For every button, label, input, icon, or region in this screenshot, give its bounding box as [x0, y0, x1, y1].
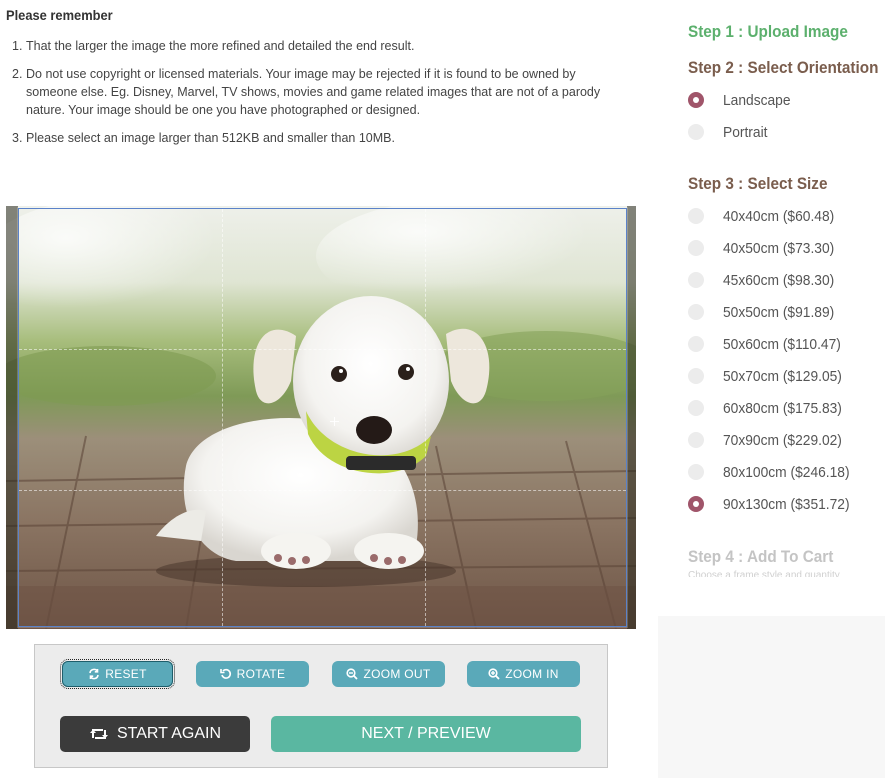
zoom-out-button[interactable]: ZOOM OUT [332, 661, 445, 687]
size-label: 60x80cm ($175.83) [723, 399, 842, 417]
size-option[interactable]: 45x60cm ($98.30) [688, 270, 844, 290]
start-again-label: START AGAIN [116, 725, 222, 742]
size-label: 80x100cm ($246.18) [723, 463, 850, 481]
size-label: 50x50cm ($91.89) [723, 303, 835, 321]
size-option[interactable]: 50x70cm ($129.05) [688, 366, 852, 386]
step-2-heading: Step 2 : Select Orientation [688, 58, 879, 77]
orientation-landscape[interactable]: Landscape [688, 90, 796, 110]
zoom-out-label: ZOOM OUT [363, 667, 431, 681]
zoom-in-button[interactable]: ZOOM IN [467, 661, 580, 687]
crop-guide [425, 209, 426, 626]
radio-icon[interactable] [688, 92, 704, 108]
crop-center-icon [330, 417, 339, 426]
orientation-label: Landscape [723, 91, 791, 109]
crop-guide [222, 209, 223, 626]
upload-panel: Please remember 1. That the larger the i… [0, 0, 650, 778]
steps-sidebar: Step 1 : Upload Image Step 2 : Select Or… [658, 0, 885, 778]
size-label: 90x130cm ($351.72) [723, 495, 850, 513]
step-4-description: Choose a frame style and quantity [688, 570, 840, 577]
radio-icon[interactable] [688, 496, 704, 512]
reset-button[interactable]: RESET [60, 659, 175, 689]
remember-item: 2. Do not use copyright or licensed mate… [12, 67, 601, 117]
radio-icon[interactable] [688, 208, 704, 224]
size-option[interactable]: 90x130cm ($351.72) [688, 494, 861, 514]
step-3-heading: Step 3 : Select Size [688, 174, 828, 193]
radio-icon[interactable] [688, 400, 704, 416]
step-1-heading: Step 1 : Upload Image [688, 22, 848, 41]
next-preview-label: NEXT / PREVIEW [361, 725, 491, 742]
start-again-button[interactable]: START AGAIN [60, 716, 250, 752]
radio-icon[interactable] [688, 304, 704, 320]
size-label: 45x60cm ($98.30) [723, 271, 835, 289]
rotate-label: ROTATE [236, 667, 286, 681]
size-label: 40x40cm ($60.48) [723, 207, 835, 225]
crop-overlay-right [627, 206, 636, 629]
cropper-controls: RESET ROTATE ZOOM OUT ZOOM IN START AGAI… [34, 644, 608, 768]
size-option[interactable]: 40x40cm ($60.48) [688, 206, 844, 226]
radio-icon[interactable] [688, 368, 704, 384]
crop-guide [19, 490, 626, 491]
radio-icon[interactable] [688, 432, 704, 448]
remember-heading: Please remember [6, 7, 113, 23]
zoom-in-label: ZOOM IN [505, 667, 559, 681]
size-label: 40x50cm ($73.30) [723, 239, 835, 257]
radio-icon[interactable] [688, 124, 704, 140]
reset-label: RESET [105, 667, 147, 681]
size-option[interactable]: 50x50cm ($91.89) [688, 302, 844, 322]
crop-overlay-left [6, 206, 18, 629]
radio-icon[interactable] [688, 464, 704, 480]
next-preview-button[interactable]: NEXT / PREVIEW [271, 716, 581, 752]
step-4-heading: Step 4 : Add To Cart [688, 547, 834, 566]
rotate-icon [219, 668, 231, 679]
radio-icon[interactable] [688, 336, 704, 352]
crop-box[interactable] [18, 208, 627, 627]
size-option[interactable]: 70x90cm ($229.02) [688, 430, 852, 450]
zoom-out-icon [346, 668, 359, 680]
size-label: 50x60cm ($110.47) [723, 335, 841, 353]
radio-icon[interactable] [688, 240, 704, 256]
orientation-portrait[interactable]: Portrait [688, 122, 771, 142]
size-label: 70x90cm ($229.02) [723, 431, 842, 449]
retweet-icon [89, 729, 108, 739]
remember-list: 1. That the larger the image the more re… [12, 37, 622, 157]
size-option[interactable]: 50x60cm ($110.47) [688, 334, 851, 354]
remember-item: 3. Please select an image larger than 51… [12, 131, 395, 145]
image-cropper[interactable] [6, 206, 636, 629]
crop-guide [19, 349, 626, 350]
refresh-icon [89, 668, 100, 680]
size-label: 50x70cm ($129.05) [723, 367, 842, 385]
size-option[interactable]: 80x100cm ($246.18) [688, 462, 861, 482]
size-option[interactable]: 60x80cm ($175.83) [688, 398, 852, 418]
size-option[interactable]: 40x50cm ($73.30) [688, 238, 844, 258]
remember-item: 1. That the larger the image the more re… [12, 39, 415, 53]
rotate-button[interactable]: ROTATE [196, 661, 309, 687]
radio-icon[interactable] [688, 272, 704, 288]
zoom-in-icon [488, 668, 500, 680]
orientation-label: Portrait [723, 123, 768, 141]
